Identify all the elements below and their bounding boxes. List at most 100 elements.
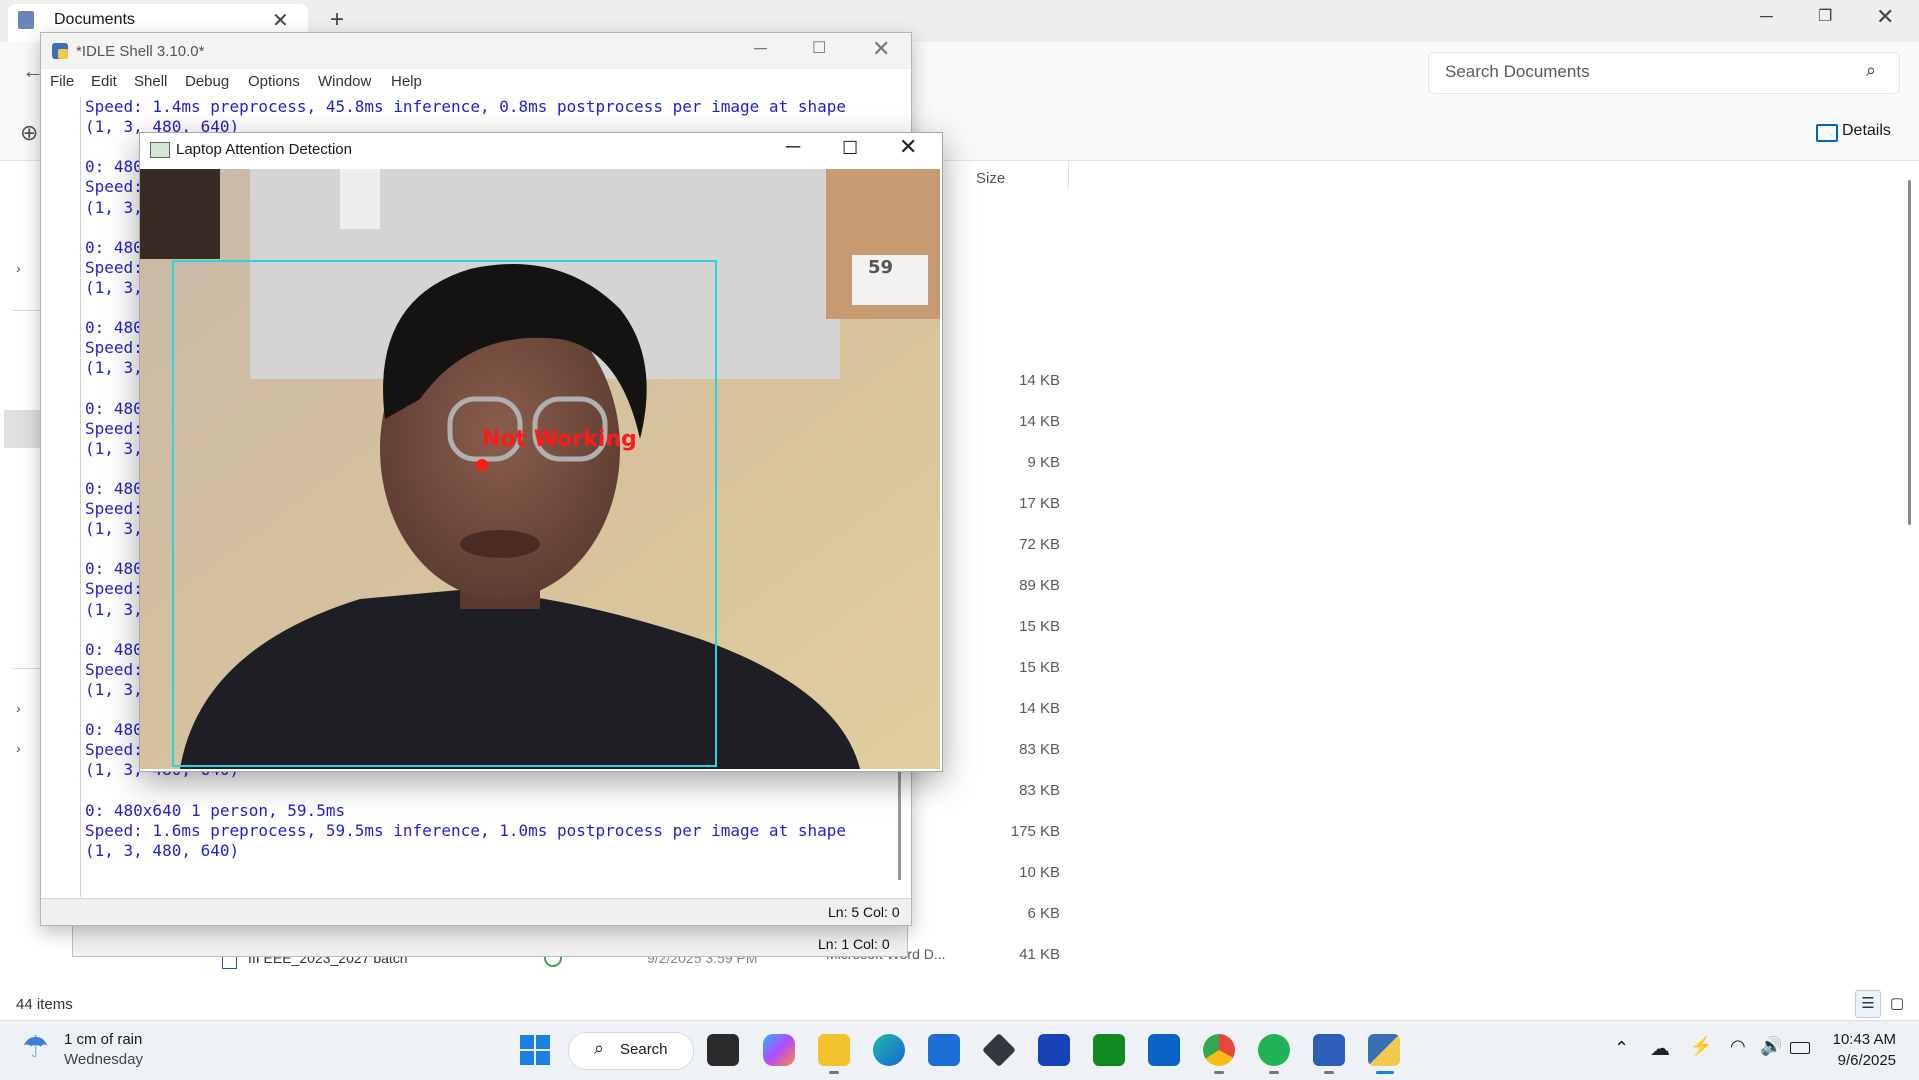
menu-window[interactable]: Window bbox=[318, 73, 371, 90]
file-size: 41 KB bbox=[1019, 946, 1060, 963]
clock-date[interactable]: 9/6/2025 bbox=[1832, 1052, 1896, 1069]
python-icon[interactable] bbox=[1368, 1034, 1400, 1066]
shell-output-line: Speed: bbox=[85, 177, 143, 196]
file-explorer-icon[interactable] bbox=[818, 1034, 850, 1066]
shell-output-line: (1, 3, bbox=[85, 600, 143, 619]
task-view-icon[interactable] bbox=[707, 1034, 739, 1066]
file-size: 10 KB bbox=[1019, 864, 1060, 881]
volume-icon[interactable]: 🔊 bbox=[1760, 1036, 1782, 1057]
file-size: 14 KB bbox=[1019, 700, 1060, 717]
weather-summary[interactable]: 1 cm of rain bbox=[64, 1031, 142, 1048]
chrome-icon[interactable] bbox=[1203, 1034, 1235, 1066]
tray-app-icon[interactable]: ⚡ bbox=[1690, 1036, 1712, 1057]
minimize-icon[interactable]: ─ bbox=[786, 136, 800, 159]
close-icon[interactable]: ✕ bbox=[899, 134, 917, 160]
windows-logo-tile bbox=[520, 1051, 534, 1065]
shell-output-line: Speed: bbox=[85, 338, 143, 357]
menu-shell[interactable]: Shell bbox=[134, 73, 167, 90]
shell-output-line: 0: 480x640 1 person, 59.5ms bbox=[85, 801, 346, 820]
idle-status-bar bbox=[41, 898, 911, 925]
explorer-scrollbar[interactable] bbox=[1908, 180, 1911, 525]
edge-icon[interactable] bbox=[873, 1034, 905, 1066]
idle-line-col-status: Ln: 5 Col: 0 bbox=[828, 904, 900, 920]
shell-output-line: Speed: bbox=[85, 579, 143, 598]
details-view-icon[interactable]: ☰ bbox=[1855, 990, 1881, 1018]
file-size: 72 KB bbox=[1019, 536, 1060, 553]
show-hidden-icons-icon[interactable]: ⌃ bbox=[1614, 1038, 1629, 1059]
camera-window-title: Laptop Attention Detection bbox=[176, 141, 352, 158]
clock-time[interactable]: 10:43 AM bbox=[1832, 1031, 1896, 1048]
shell-output-line: 0: 480 bbox=[85, 399, 143, 418]
copilot-icon[interactable] bbox=[763, 1034, 795, 1066]
menu-edit[interactable]: Edit bbox=[91, 73, 117, 90]
webcam-image: 59 Not Working bbox=[140, 169, 940, 769]
shell-output-line: 0: 480 bbox=[85, 640, 143, 659]
menu-debug[interactable]: Debug bbox=[185, 73, 229, 90]
file-size: 9 KB bbox=[1027, 454, 1060, 471]
menu-options[interactable]: Options bbox=[248, 73, 300, 90]
shell-output-line: Speed: 1.4ms preprocess, 45.8ms inferenc… bbox=[85, 97, 846, 116]
running-indicator bbox=[1269, 1071, 1279, 1074]
file-size: 175 KB bbox=[1010, 823, 1060, 840]
gaze-point-marker bbox=[476, 459, 488, 471]
shell-output-line: (1, 3, bbox=[85, 278, 143, 297]
file-size: 14 KB bbox=[1019, 413, 1060, 430]
weather-day[interactable]: Wednesday bbox=[64, 1051, 143, 1068]
python-icon-accent bbox=[58, 49, 68, 59]
taskbar-search-label[interactable]: Search bbox=[620, 1041, 668, 1058]
menu-file[interactable]: File bbox=[50, 73, 74, 90]
calendar-date: 59 bbox=[868, 257, 893, 278]
close-icon[interactable]: ✕ bbox=[872, 36, 890, 62]
shell-output-line: (1, 3, bbox=[85, 519, 143, 538]
shell-output-line: Speed: 1.6ms preprocess, 59.5ms inferenc… bbox=[85, 821, 846, 840]
window-app-icon bbox=[150, 142, 170, 158]
tiles-view-icon[interactable]: ▢ bbox=[1890, 994, 1904, 1012]
onedrive-icon[interactable]: ☁ bbox=[1650, 1036, 1670, 1061]
shell-output-line: 0: 480 bbox=[85, 720, 143, 739]
webcam-frame: 59 Not Working bbox=[140, 169, 940, 769]
idle-menu-bar bbox=[41, 69, 911, 97]
attention-status-label: Not Working bbox=[482, 427, 637, 452]
shell-output-line: (1, 3, 480, 640) bbox=[85, 841, 240, 860]
shell-output-line: 0: 480 bbox=[85, 157, 143, 176]
wall-frame bbox=[140, 169, 220, 259]
idle-window-title: *IDLE Shell 3.10.0* bbox=[76, 43, 205, 60]
shell-output-line: (1, 3, bbox=[85, 198, 143, 217]
search-icon[interactable]: ⌕ bbox=[594, 1038, 604, 1059]
shell-output-line: (1, 3, bbox=[85, 680, 143, 699]
file-size: 14 KB bbox=[1019, 372, 1060, 389]
maximize-icon[interactable]: ☐ bbox=[842, 138, 858, 159]
shell-output-line: (1, 3, bbox=[85, 439, 143, 458]
windows-logo-tile bbox=[536, 1051, 550, 1065]
file-size: 83 KB bbox=[1019, 782, 1060, 799]
file-size: 89 KB bbox=[1019, 577, 1060, 594]
running-indicator bbox=[1324, 1071, 1334, 1074]
idle-scrollbar[interactable] bbox=[898, 770, 901, 880]
windows-logo-tile bbox=[520, 1035, 534, 1049]
file-size: 6 KB bbox=[1027, 905, 1060, 922]
running-indicator bbox=[829, 1071, 839, 1074]
start-button[interactable] bbox=[520, 1035, 550, 1065]
battery-icon[interactable] bbox=[1790, 1042, 1810, 1054]
shell-output-line: Speed: bbox=[85, 660, 143, 679]
whatsapp-icon[interactable] bbox=[1258, 1034, 1290, 1066]
shell-output-line: Speed: bbox=[85, 740, 143, 759]
file-size: 83 KB bbox=[1019, 741, 1060, 758]
minimize-icon[interactable]: ─ bbox=[754, 38, 767, 59]
wifi-icon[interactable]: ◠ bbox=[1730, 1036, 1746, 1057]
rain-cloud-icon[interactable]: ☂ bbox=[22, 1030, 49, 1065]
idle-editor-status: Ln: 1 Col: 0 bbox=[818, 936, 890, 952]
shell-output-line: Speed: bbox=[85, 419, 143, 438]
shell-output-line: 0: 480 bbox=[85, 238, 143, 257]
shell-output-line: Speed: bbox=[85, 258, 143, 277]
maximize-icon[interactable]: ☐ bbox=[812, 38, 826, 58]
wall-switch bbox=[340, 169, 380, 229]
menu-help[interactable]: Help bbox=[391, 73, 422, 90]
microsoft-store-icon[interactable] bbox=[928, 1034, 960, 1066]
app-blue-icon[interactable] bbox=[1038, 1034, 1070, 1066]
xbox-icon[interactable] bbox=[1093, 1034, 1125, 1066]
mouth bbox=[460, 530, 540, 558]
shell-output-line: 0: 480 bbox=[85, 559, 143, 578]
outlook-icon[interactable] bbox=[1148, 1034, 1180, 1066]
word-icon[interactable] bbox=[1313, 1034, 1345, 1066]
